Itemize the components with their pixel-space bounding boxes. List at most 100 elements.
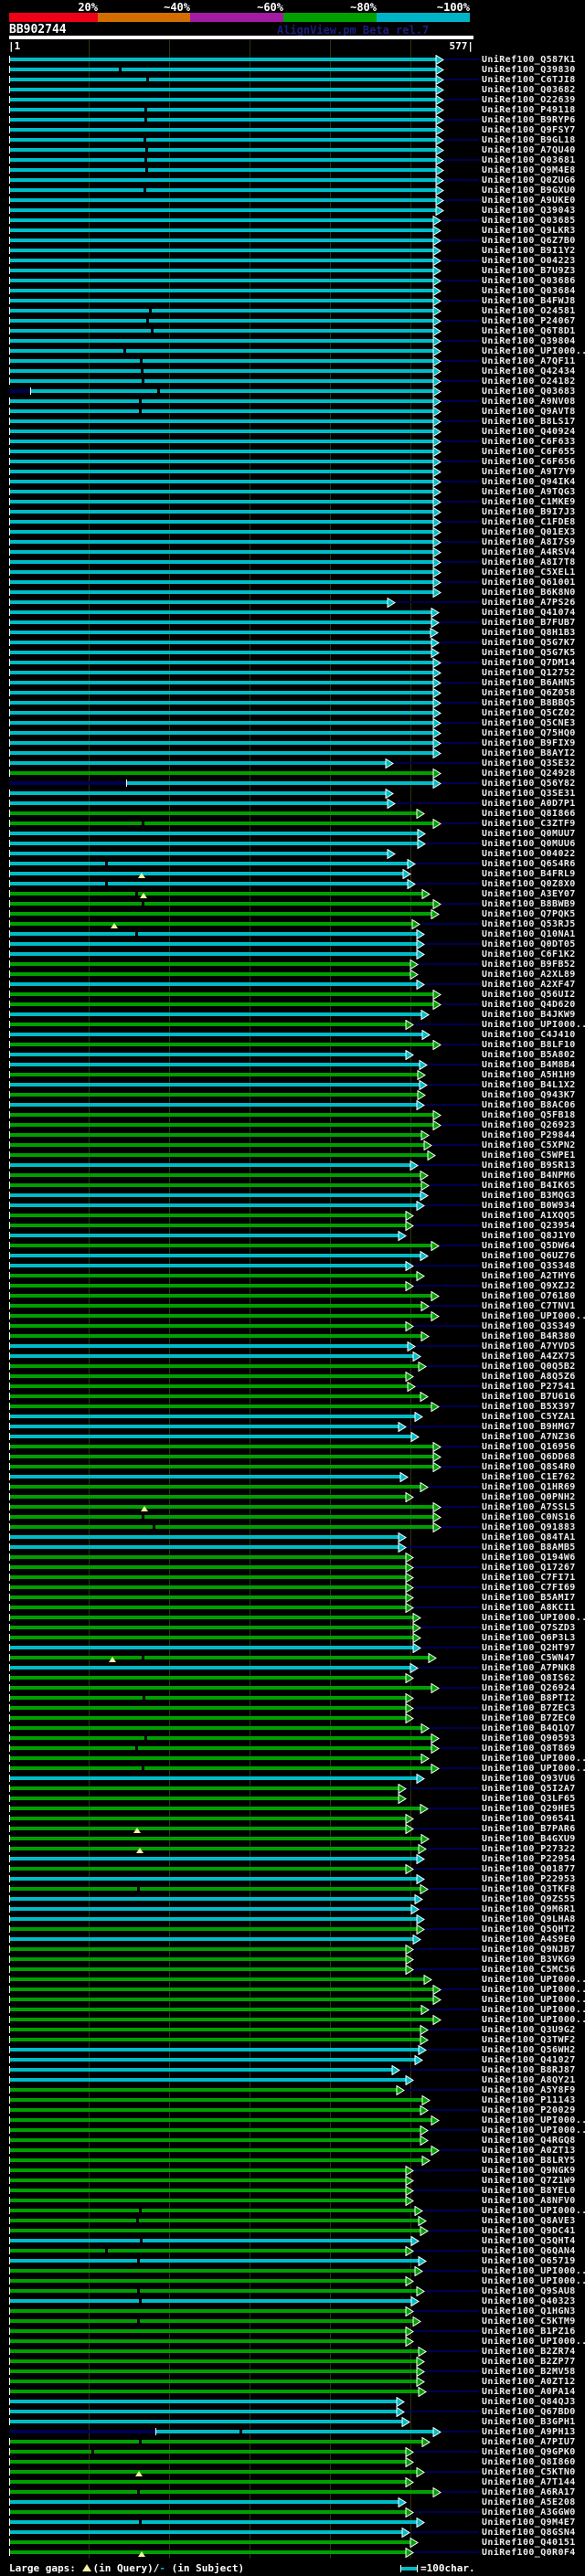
hit-bar[interactable] (9, 671, 433, 674)
hit-bar[interactable] (9, 1374, 406, 1378)
hit-bar[interactable] (9, 1746, 431, 1750)
hit-bar[interactable] (9, 1455, 433, 1458)
hit-bar[interactable] (9, 299, 433, 302)
hit-label[interactable]: UniRef100_Q01877 (482, 1864, 576, 1874)
hit-label[interactable]: UniRef100_UPI000.. (482, 2337, 585, 2347)
hit-bar[interactable] (9, 801, 388, 805)
hit-label[interactable]: UniRef100_A7YVD5 (482, 1341, 576, 1352)
hit-label[interactable]: UniRef100_Q39830 (482, 65, 576, 75)
hit-bar[interactable] (9, 2450, 406, 2454)
hit-label[interactable]: UniRef100_Q8AVE3 (482, 2216, 576, 2226)
hit-bar[interactable] (9, 2128, 420, 2132)
hit-label[interactable]: UniRef100_B9FB52 (482, 959, 576, 970)
hit-bar[interactable] (9, 2369, 417, 2373)
hit-bar[interactable] (9, 2279, 406, 2283)
hit-bar[interactable] (9, 1505, 433, 1509)
hit-label[interactable]: UniRef100_B8RJ87 (482, 2065, 576, 2075)
hit-label[interactable]: UniRef100_Q41027 (482, 2055, 576, 2065)
hit-bar[interactable] (9, 1264, 406, 1267)
hit-bar[interactable] (9, 359, 433, 363)
hit-bar[interactable] (9, 811, 417, 815)
hit-label[interactable]: UniRef100_Q3TWF2 (482, 2035, 576, 2045)
hit-bar[interactable] (9, 279, 433, 282)
hit-bar[interactable] (9, 2299, 411, 2303)
hit-label[interactable]: UniRef100_Q3LF65 (482, 1794, 576, 1804)
hit-label[interactable]: UniRef100_UPI000.. (482, 346, 585, 356)
hit-label[interactable]: UniRef100_Q75HQ0 (482, 728, 576, 738)
hit-label[interactable]: UniRef100_Q0Q5B2 (482, 1362, 576, 1372)
hit-bar[interactable] (9, 460, 433, 463)
hit-label[interactable]: UniRef100_C5XEL1 (482, 567, 576, 578)
hit-bar[interactable] (9, 1907, 411, 1911)
hit-bar[interactable] (9, 912, 431, 916)
hit-label[interactable]: UniRef100_A4ZX75 (482, 1352, 576, 1362)
hit-bar[interactable] (9, 399, 433, 403)
hit-label[interactable]: UniRef100_Q9SAU8 (482, 2286, 576, 2296)
hit-bar[interactable] (9, 2510, 406, 2514)
hit-bar[interactable] (9, 1425, 399, 1428)
hit-bar[interactable] (9, 842, 418, 845)
hit-label[interactable]: UniRef100_C6F655 (482, 447, 576, 457)
hit-bar[interactable] (9, 982, 417, 986)
hit-bar[interactable] (9, 600, 388, 604)
hit-label[interactable]: UniRef100_Q4D620 (482, 1000, 576, 1010)
hit-label[interactable]: UniRef100_O24581 (482, 306, 576, 316)
hit-bar[interactable] (9, 188, 436, 192)
hit-label[interactable]: UniRef100_Q03681 (482, 155, 576, 165)
hit-bar[interactable] (9, 651, 431, 654)
hit-label[interactable]: UniRef100_A5H1H9 (482, 1070, 576, 1080)
hit-label[interactable]: UniRef100_B8BWB9 (482, 899, 576, 909)
hit-label[interactable]: UniRef100_Q3S348 (482, 1261, 576, 1271)
hit-label[interactable]: UniRef100_P27541 (482, 1382, 576, 1392)
hit-bar[interactable] (9, 2490, 433, 2494)
hit-bar[interactable] (9, 1656, 429, 1659)
hit-bar[interactable] (9, 2118, 431, 2122)
hit-label[interactable]: UniRef100_B3VKG9 (482, 1955, 576, 1965)
hit-bar[interactable] (9, 319, 433, 323)
hit-label[interactable]: UniRef100_A8I7T8 (482, 557, 576, 567)
hit-label[interactable]: UniRef100_UPI000.. (482, 1613, 585, 1623)
hit-label[interactable]: UniRef100_A7SSL5 (482, 1502, 576, 1512)
hit-label[interactable]: UniRef100_B3GPH1 (482, 2417, 576, 2427)
hit-bar[interactable] (9, 470, 433, 473)
hit-bar[interactable] (9, 1294, 431, 1298)
hit-label[interactable]: UniRef100_B4FRL9 (482, 869, 576, 879)
hit-label[interactable]: UniRef100_C4J410 (482, 1030, 576, 1040)
hit-bar[interactable] (9, 942, 417, 946)
hit-label[interactable]: UniRef100_Q5QHT4 (482, 2236, 576, 2246)
hit-label[interactable]: UniRef100_P20029 (482, 2105, 576, 2115)
hit-bar[interactable] (9, 761, 386, 765)
hit-label[interactable]: UniRef100_Q3SE31 (482, 789, 576, 799)
hit-bar[interactable] (9, 1354, 413, 1358)
hit-label[interactable]: UniRef100_B8AMB5 (482, 1542, 576, 1553)
hit-bar[interactable] (9, 1626, 413, 1629)
hit-label[interactable]: UniRef100_UPI000.. (482, 1754, 585, 1764)
hit-label[interactable]: UniRef100_A9PH13 (482, 2427, 576, 2437)
hit-bar[interactable] (9, 208, 436, 212)
hit-label[interactable]: UniRef100_A5Y8F9 (482, 2085, 576, 2095)
hit-label[interactable]: UniRef100_UPI000.. (482, 2015, 585, 2025)
hit-bar[interactable] (9, 1002, 433, 1006)
hit-label[interactable]: UniRef100_B2ZR74 (482, 2347, 576, 2357)
hit-bar[interactable] (9, 1274, 417, 1277)
hit-label[interactable]: UniRef100_Q2HT97 (482, 1643, 576, 1653)
hit-bar[interactable] (9, 1515, 433, 1519)
hit-bar[interactable] (9, 2189, 406, 2192)
hit-bar[interactable] (9, 2460, 406, 2464)
hit-bar[interactable] (9, 429, 433, 433)
hit-bar[interactable] (9, 1565, 406, 1569)
hit-bar[interactable] (9, 480, 433, 483)
hit-label[interactable]: UniRef100_O22639 (482, 95, 576, 105)
hit-bar[interactable] (9, 1495, 406, 1499)
hit-bar[interactable] (9, 1766, 431, 1770)
hit-bar[interactable] (9, 2048, 419, 2051)
hit-label[interactable]: UniRef100_Q5DW64 (482, 1241, 576, 1251)
hit-label[interactable]: UniRef100_A2THY6 (482, 1271, 576, 1281)
hit-bar[interactable] (9, 1284, 406, 1288)
hit-bar[interactable] (9, 1877, 417, 1881)
hit-bar[interactable] (9, 309, 433, 313)
hit-bar[interactable] (9, 1394, 420, 1398)
hit-bar[interactable] (9, 1113, 433, 1117)
hit-label[interactable]: UniRef100_A7T144 (482, 2477, 576, 2487)
hit-label[interactable]: UniRef100_Q94IK4 (482, 477, 576, 487)
